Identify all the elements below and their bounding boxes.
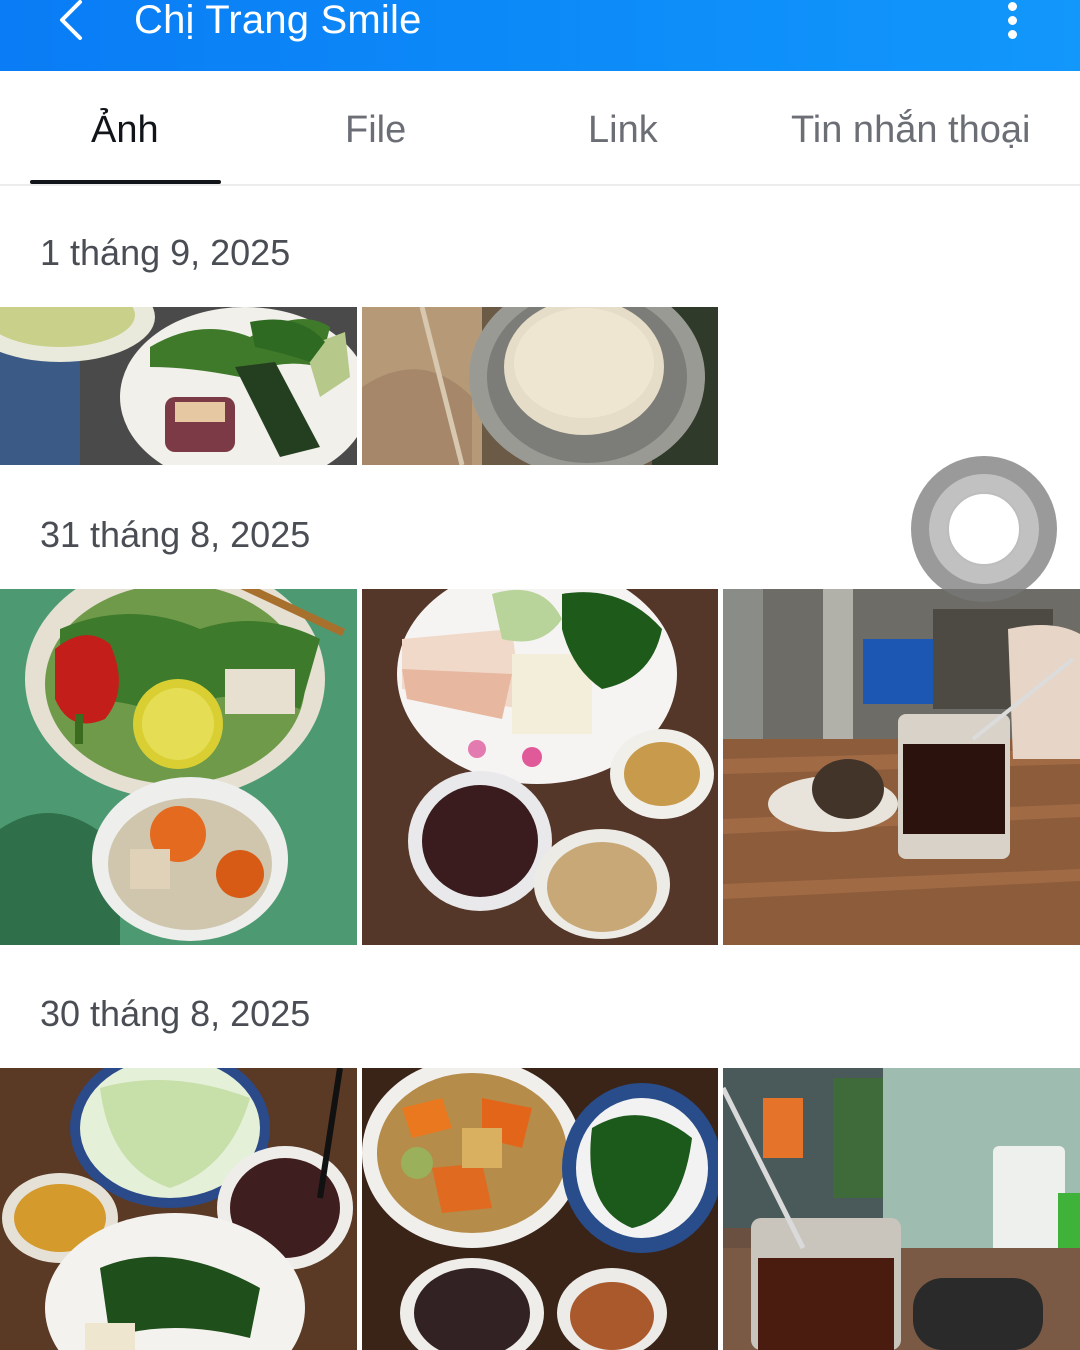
section-date: 30 tháng 8, 2025 (40, 993, 311, 1034)
photo-thumbnail[interactable] (0, 589, 357, 945)
photo-thumbnail[interactable] (0, 1068, 357, 1350)
section-date: 1 tháng 9, 2025 (40, 232, 291, 273)
photo-thumbnail[interactable] (362, 1068, 718, 1350)
more-vertical-icon (1008, 2, 1017, 11)
home-circle-icon (947, 492, 1021, 566)
tab-photos[interactable]: Ảnh (91, 71, 159, 184)
chevron-left-icon (60, 0, 82, 40)
tab-voice-messages[interactable]: Tin nhắn thoại (791, 71, 1030, 184)
media-tabs: Ảnh File Link Tin nhắn thoại (0, 71, 1080, 186)
photo-thumbnail[interactable] (362, 307, 718, 465)
header-bar: Chị Trang Smile (0, 0, 1080, 71)
photo-thumbnail[interactable] (723, 589, 1080, 945)
conversation-title: Chị Trang Smile (134, 0, 422, 42)
tab-files[interactable]: File (345, 71, 406, 184)
tab-links[interactable]: Link (588, 71, 658, 184)
photo-thumbnail[interactable] (362, 589, 718, 945)
photo-thumbnail[interactable] (723, 1068, 1080, 1350)
back-button[interactable] (52, 0, 96, 44)
photo-thumbnail[interactable] (0, 307, 357, 465)
active-tab-indicator (30, 180, 221, 184)
assistive-touch-button[interactable] (911, 456, 1057, 602)
section-date: 31 tháng 8, 2025 (40, 514, 311, 555)
more-options-button[interactable] (996, 0, 1028, 44)
